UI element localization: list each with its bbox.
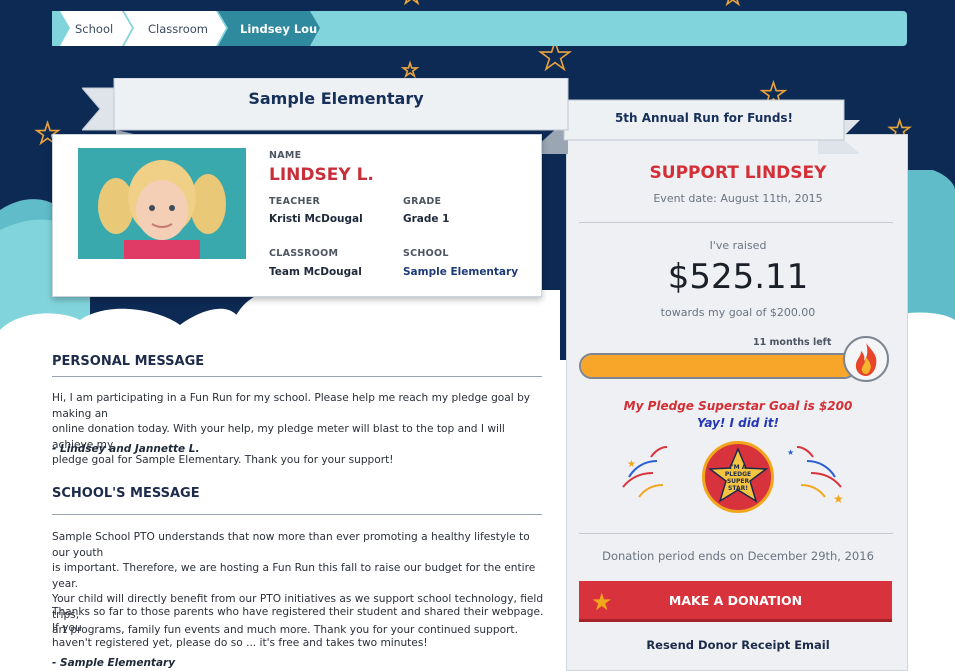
make-donation-label: MAKE A DONATION <box>668 592 803 608</box>
badge-text: I'M A PLEDGE SUPER STAR! <box>705 464 771 492</box>
superstar-goal: My Pledge Superstar Goal is $200 <box>623 399 853 413</box>
svg-text:★: ★ <box>627 459 636 470</box>
student-profile-card: NAME LINDSEY L. TEACHER Kristi McDougal … <box>52 134 542 297</box>
time-left: 11 months left <box>753 337 832 348</box>
school-value: Sample Elementary <box>403 266 519 278</box>
text-line: Thanks so far to those parents who have … <box>52 606 544 634</box>
student-avatar <box>78 148 246 259</box>
teacher-value: Kristi McDougal <box>269 213 363 225</box>
school-name: Sample Elementary <box>248 89 424 108</box>
event-name: 5th Annual Run for Funds! <box>614 111 794 125</box>
classroom-value: Team McDougal <box>269 266 362 278</box>
svg-text:★: ★ <box>833 492 844 506</box>
superstar-badge-icon: I'M A PLEDGE SUPER STAR! <box>702 441 774 513</box>
star-icon: ★ <box>721 0 744 9</box>
classroom-label: CLASSROOM <box>269 248 339 259</box>
text-line: haven't registered yet, please do so ...… <box>52 637 428 649</box>
breadcrumb-label: Classroom <box>148 21 209 36</box>
star-icon: ★ <box>591 588 613 616</box>
support-title: SUPPORT LINDSEY <box>649 163 827 183</box>
event-date: Event date: August 11th, 2015 <box>653 192 823 205</box>
divider <box>579 533 893 534</box>
school-message-signature: - Sample Elementary <box>52 657 176 669</box>
pledge-meter-fill <box>581 355 855 377</box>
grade-label: GRADE <box>403 196 442 207</box>
breadcrumb: School Classroom Lindsey Lou <box>52 11 907 46</box>
personal-message-signature: - Lindsey and Jannette L. <box>52 443 200 455</box>
breadcrumb-label: Lindsey Lou <box>240 21 318 36</box>
svg-text:★: ★ <box>787 448 794 457</box>
donation-period: Donation period ends on December 29th, 2… <box>602 549 874 563</box>
section-divider <box>52 514 542 515</box>
badge-line: PLEDGE <box>724 471 752 478</box>
breadcrumb-item-school[interactable]: School <box>52 11 132 46</box>
raised-label: I've raised <box>709 239 767 252</box>
school-label: SCHOOL <box>403 248 449 259</box>
school-message-title: SCHOOL'S MESSAGE <box>52 486 200 501</box>
event-ribbon <box>528 99 860 154</box>
make-donation-button[interactable]: ★ MAKE A DONATION <box>579 581 892 622</box>
badge-line: I'M A <box>729 464 747 471</box>
achieved-text: Yay! I did it! <box>697 416 779 430</box>
goal-text: towards my goal of $200.00 <box>660 306 816 319</box>
support-panel: SUPPORT LINDSEY Event date: August 11th,… <box>566 134 908 671</box>
student-name: LINDSEY L. <box>269 165 374 185</box>
flame-icon <box>843 336 889 382</box>
section-divider <box>52 376 542 377</box>
breadcrumb-item-classroom[interactable]: Classroom <box>124 11 226 46</box>
badge-line: SUPER <box>726 478 750 485</box>
personal-message-text: Hi, I am participating in a Fun Run for … <box>52 391 544 469</box>
divider <box>579 222 893 223</box>
text-line: Sample School PTO understands that now m… <box>52 531 530 559</box>
badge-line: STAR! <box>728 485 748 492</box>
breadcrumb-label: School <box>75 21 114 36</box>
pledge-meter <box>579 353 857 379</box>
grade-value: Grade 1 <box>403 213 450 225</box>
star-icon: ★ <box>399 0 424 9</box>
teacher-label: TEACHER <box>269 196 321 207</box>
school-message-text: Thanks so far to those parents who have … <box>52 605 544 652</box>
raised-amount: $525.11 <box>667 257 809 297</box>
personal-message-title: PERSONAL MESSAGE <box>52 354 205 369</box>
text-line: Hi, I am participating in a Fun Run for … <box>52 392 531 420</box>
text-line: pledge goal for Sample Elementary. Thank… <box>52 454 394 466</box>
text-line: is important. Therefore, we are hosting … <box>52 562 536 590</box>
name-label: NAME <box>269 150 302 161</box>
breadcrumb-item-current[interactable]: Lindsey Lou <box>218 11 322 46</box>
resend-receipt-link[interactable]: Resend Donor Receipt Email <box>567 638 909 652</box>
student-photo <box>78 148 246 259</box>
